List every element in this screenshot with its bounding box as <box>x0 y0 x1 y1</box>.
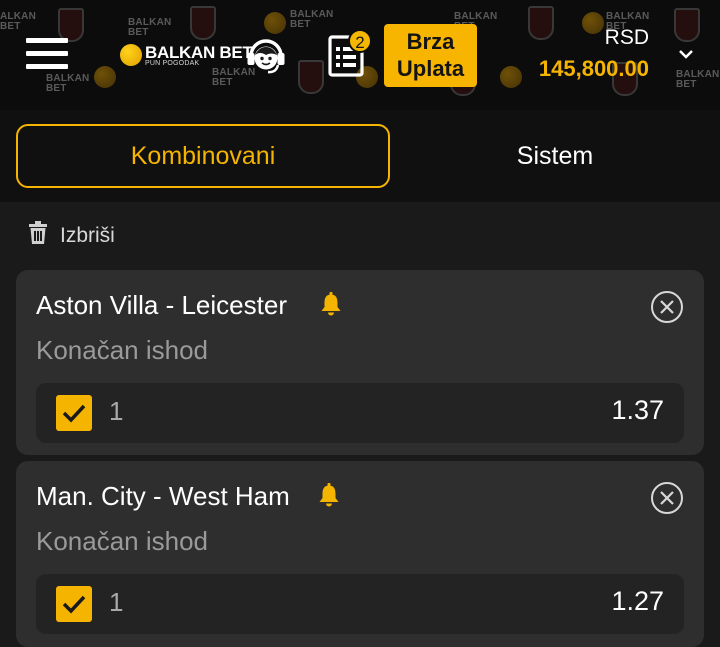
quick-pay-label-line2: Uplata <box>396 56 465 81</box>
checkmark-icon <box>62 404 86 423</box>
tab-sistem[interactable]: Sistem <box>400 124 710 188</box>
slip-count-badge: 2 <box>348 29 372 53</box>
brand-tagline: PUN POGODAK <box>145 60 200 67</box>
delete-all-label: Izbriši <box>60 224 115 247</box>
selection-pick: 1 <box>109 396 124 426</box>
selection-row: 1 1.27 <box>36 574 684 634</box>
selection-checkbox[interactable] <box>56 395 92 431</box>
selection-odds: 1.37 <box>611 395 664 425</box>
close-icon[interactable] <box>650 290 684 324</box>
balance-amount[interactable]: 145,800.00 <box>539 56 649 82</box>
bell-icon[interactable] <box>320 292 342 316</box>
bet-card: Aston Villa - Leicester Konačan ishod 1 … <box>16 270 704 455</box>
trash-icon <box>29 221 47 244</box>
market-name: Konačan ishod <box>36 526 209 556</box>
market-name: Konačan ishod <box>36 335 209 365</box>
match-title: Man. City - West Ham <box>36 481 290 511</box>
currency-label: RSD <box>604 26 649 49</box>
bet-card: Man. City - West Ham Konačan ishod 1 1.2… <box>16 461 704 647</box>
checkmark-icon <box>62 595 86 614</box>
menu-icon[interactable] <box>26 38 68 70</box>
bet-type-tabs: Kombinovani Sistem <box>0 110 720 202</box>
close-icon[interactable] <box>650 481 684 515</box>
coin-logo-icon <box>120 44 142 66</box>
app-header: ALKANBET BALKANBET BALKANBET BALKANBET B… <box>0 0 720 110</box>
headset-icon[interactable] <box>244 34 288 78</box>
chevron-down-icon[interactable] <box>676 44 696 64</box>
tab-kombinovani[interactable]: Kombinovani <box>16 124 390 188</box>
selection-pick: 1 <box>109 587 124 617</box>
quick-pay-button[interactable]: Brza Uplata <box>384 24 477 87</box>
bell-icon[interactable] <box>318 483 340 507</box>
match-title: Aston Villa - Leicester <box>36 290 287 320</box>
selection-row: 1 1.37 <box>36 383 684 443</box>
selection-checkbox[interactable] <box>56 586 92 622</box>
quick-pay-label-line1: Brza <box>406 29 455 54</box>
selection-odds: 1.27 <box>611 586 664 616</box>
